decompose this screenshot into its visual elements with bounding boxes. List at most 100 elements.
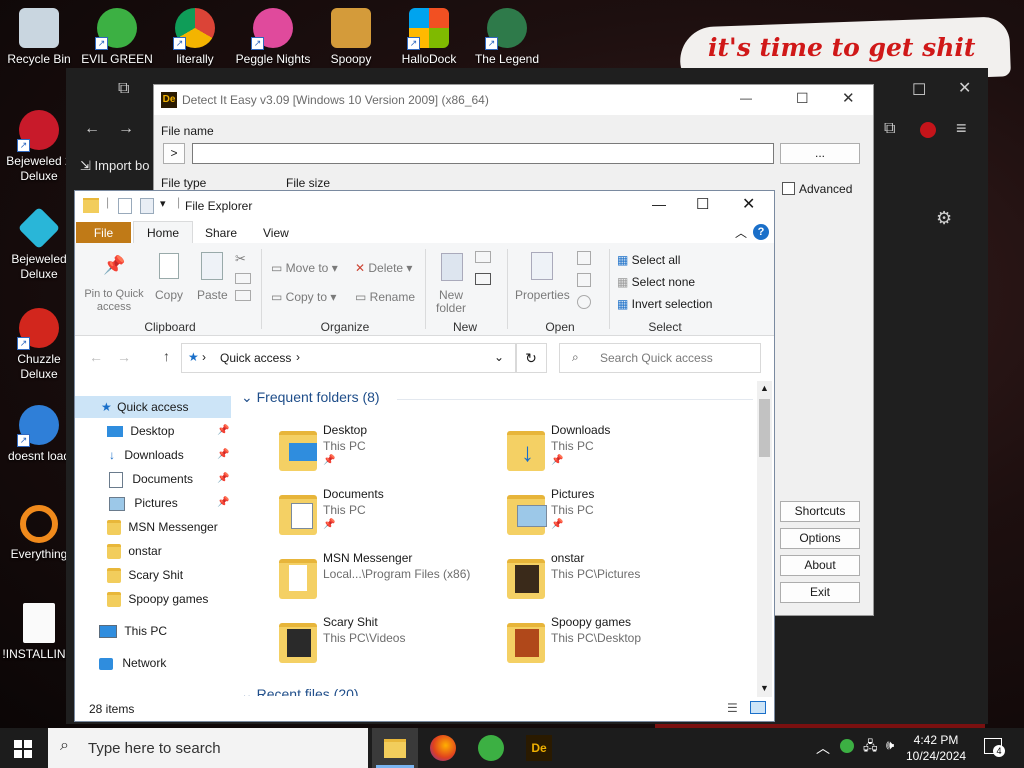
tile-spoopy-games[interactable]: Spoopy games This PC\Desktop [505,615,715,665]
select-all-button[interactable]: ▦ Select all [617,253,680,267]
import-bookmarks-button[interactable]: ⇲ Import bo [80,158,149,174]
die-advanced-checkbox[interactable] [782,182,795,195]
taskbar-search-box[interactable]: ⌕ Type here to search [48,728,368,768]
die-maximize-button[interactable]: ☐ [796,90,809,107]
back-icon[interactable]: ← [89,349,103,365]
history-icon[interactable] [577,295,591,309]
address-dropdown-icon[interactable]: ⌄ [494,350,504,364]
close-icon[interactable]: ✕ [958,78,971,98]
open-icon[interactable] [577,251,591,265]
notification-center-icon[interactable]: 4 [984,738,1005,757]
die-minimize-button[interactable]: — [740,91,752,105]
frequent-folders-header[interactable]: ⌄ Frequent folders (8) [241,389,380,406]
nav-scary-shit[interactable]: Scary Shit [75,564,231,586]
maximize-icon[interactable]: ☐ [912,80,926,100]
new-folder-button[interactable]: New folder [431,289,471,315]
msn-messenger-icon[interactable] [478,735,504,761]
settings-gear-icon[interactable]: ⚙ [936,208,952,229]
nav-documents[interactable]: Documents 📌 [75,468,231,490]
tile-onstar[interactable]: onstar This PC\Pictures [505,551,715,601]
qat-dropdown-icon[interactable]: ▾ [160,197,166,210]
die-about-button[interactable]: About [780,555,860,576]
new-item-icon[interactable] [475,251,491,263]
desktop-icon-recycle-bin[interactable]: Recycle Bin [0,8,78,67]
explorer-close-button[interactable]: ✕ [742,194,755,214]
show-hidden-icons[interactable]: ︿ [816,738,830,758]
rename-button[interactable]: ▭ Rename [355,290,415,304]
tile-downloads[interactable]: ↓ Downloads This PC 📌 [505,423,715,473]
ribbon-collapse-icon[interactable]: ︿ [735,224,747,241]
die-close-button[interactable]: ✕ [842,89,855,107]
edit-icon[interactable] [577,273,591,287]
firefox-icon[interactable] [430,735,456,761]
delete-button[interactable]: ✕ Delete ▾ [355,261,412,275]
tab-view[interactable]: View [263,226,289,240]
explorer-maximize-button[interactable]: ☐ [696,195,709,213]
nav-msn-messenger[interactable]: MSN Messenger [75,516,231,538]
scrollbar-thumb[interactable] [759,399,770,457]
tab-overview-icon[interactable]: ⧉ [118,80,129,98]
volume-icon[interactable]: 🕪 [886,737,894,753]
refresh-button[interactable]: ↻ [515,343,547,373]
qat-properties-icon[interactable] [118,198,132,214]
vertical-scrollbar[interactable]: ▲ ▼ [757,381,772,697]
nav-network[interactable]: Network [75,652,231,674]
tile-pictures[interactable]: Pictures This PC 📌 [505,487,715,537]
taskbar-file-explorer[interactable] [372,728,418,768]
desktop-icon-literally[interactable]: ↗ literally [156,8,234,67]
tab-home[interactable]: Home [133,221,193,245]
desktop-icon-evil-green[interactable]: ↗ EVIL GREEN [78,8,156,67]
desktop-icon-hallodock[interactable]: ↗ HalloDock [390,8,468,67]
move-to-button[interactable]: ▭ Move to ▾ [271,261,338,275]
tile-scary-shit[interactable]: Scary Shit This PC\Videos [277,615,487,665]
forward-icon[interactable]: → [117,349,131,365]
nav-pictures[interactable]: Pictures 📌 [75,492,231,514]
copy-to-button[interactable]: ▭ Copy to ▾ [271,290,336,304]
nav-onstar[interactable]: onstar [75,540,231,562]
up-icon[interactable]: ↑ [163,348,170,364]
paste-shortcut-icon[interactable] [235,290,251,301]
nav-desktop[interactable]: Desktop 📌 [75,420,231,442]
easy-access-icon[interactable] [475,273,491,285]
desktop-icon-the-legend[interactable]: ↗ The Legend [468,8,546,67]
explorer-minimize-button[interactable]: — [652,196,666,212]
scroll-down-icon[interactable]: ▼ [760,683,769,693]
select-none-button[interactable]: ▦ Select none [617,275,695,289]
die-shortcuts-button[interactable]: Shortcuts [780,501,860,522]
die-browse-button[interactable]: ... [780,143,860,164]
pin-to-quick-access-button[interactable]: Pin to Quick access [81,288,147,314]
search-input[interactable]: ⌕ Search Quick access [559,343,761,373]
tab-share[interactable]: Share [205,226,237,240]
help-icon[interactable]: ? [753,224,769,240]
scroll-up-icon[interactable]: ▲ [760,383,769,393]
recent-files-header[interactable]: ⌄ Recent files (20) [241,686,359,696]
nav-downloads[interactable]: ↓ Downloads 📌 [75,444,231,466]
copy-button[interactable]: Copy [155,288,183,302]
die-file-name-field[interactable] [192,143,774,164]
nav-spoopy-games[interactable]: Spoopy games [75,588,231,610]
properties-button[interactable]: Properties [515,288,570,302]
tile-desktop[interactable]: Desktop This PC 📌 [277,423,487,473]
tiles-view-icon[interactable] [750,701,766,714]
cut-icon[interactable]: ✂ [235,251,246,267]
ublock-icon[interactable] [920,122,936,138]
qat-new-folder-icon[interactable] [140,198,154,214]
menu-icon[interactable]: ≡ [956,118,967,139]
desktop-icon-spoopy[interactable]: Spoopy [312,8,390,67]
copy-path-icon[interactable] [235,273,251,284]
die-arrow-button[interactable]: > [163,143,185,164]
back-icon[interactable]: ← [84,120,100,138]
desktop-icon-peggle[interactable]: ↗ Peggle Nights [234,8,312,67]
forward-icon[interactable]: → [118,120,134,138]
tile-documents[interactable]: Documents This PC 📌 [277,487,487,537]
nav-this-pc[interactable]: This PC [75,620,231,642]
msn-tray-icon[interactable] [840,739,854,753]
network-tray-icon[interactable]: 🖧 [863,737,878,759]
details-view-icon[interactable]: ☰ [727,701,738,715]
clock[interactable]: 4:42 PM 10/24/2024 [906,732,966,764]
tab-file[interactable]: File [76,222,131,244]
address-bar[interactable]: ★ › Quick access › ⌄ [181,343,517,373]
die-exit-button[interactable]: Exit [780,582,860,603]
tile-msn-messenger[interactable]: MSN Messenger Local...\Program Files (x8… [277,551,507,601]
extensions-icon[interactable]: ⧉ [884,120,895,138]
